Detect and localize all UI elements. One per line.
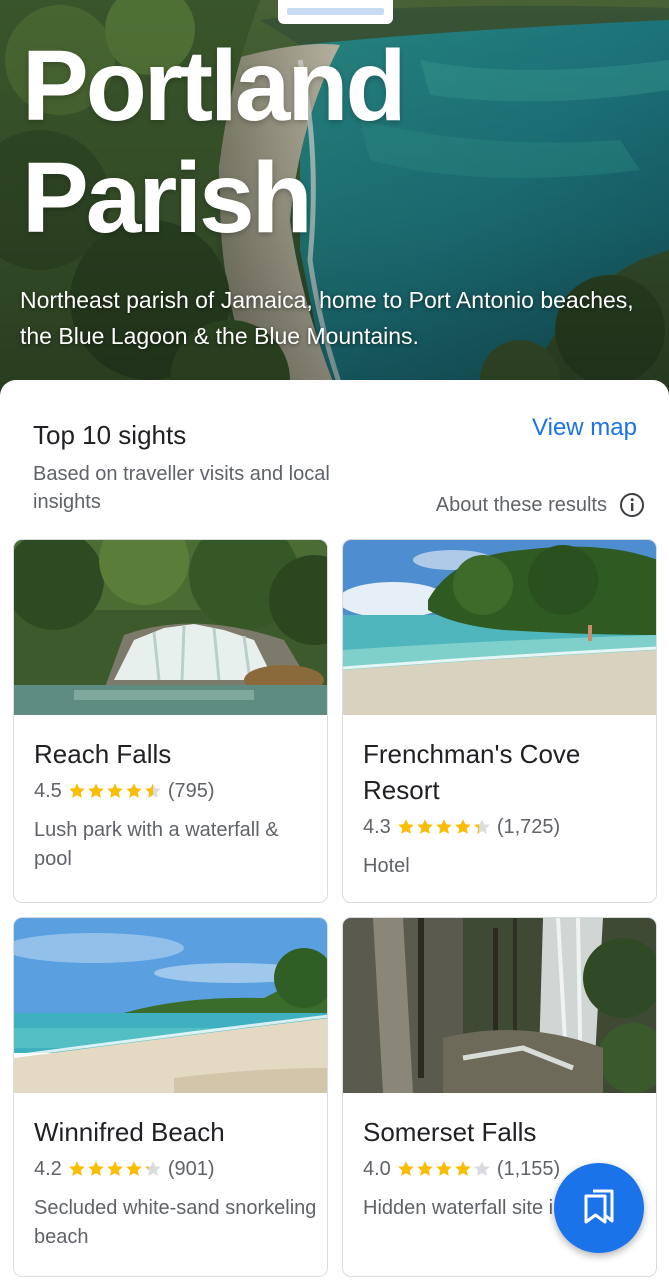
- about-results-label: About these results: [435, 493, 607, 516]
- star-rating: [68, 1160, 162, 1178]
- saved-lists-button[interactable]: [554, 1163, 644, 1253]
- review-count: (901): [167, 1157, 215, 1180]
- review-count: (795): [167, 779, 215, 802]
- sight-card-winnifred-beach[interactable]: Winnifred Beach 4.2 (901) Secluded white…: [13, 917, 328, 1277]
- sight-card-body: Frenchman's Cove Resort 4.3 (1,725) Hote…: [363, 736, 648, 881]
- hero-banner: Portland Parish Northeast parish of Jama…: [0, 0, 669, 400]
- view-map-link[interactable]: View map: [532, 414, 637, 442]
- star-empty-icon: [474, 1161, 490, 1176]
- sight-description: Lush park with a waterfall & pool: [34, 819, 279, 870]
- sight-photo: [343, 918, 656, 1093]
- star-filled-icon: [398, 1161, 414, 1176]
- sight-card-reach-falls[interactable]: Reach Falls 4.5 (795) Lush park with a w…: [13, 539, 328, 903]
- sight-name: Frenchman's Cove Resort: [363, 739, 581, 805]
- info-icon[interactable]: [619, 492, 645, 518]
- star-filled-icon: [126, 783, 142, 798]
- sight-description: Secluded white-sand snorkeling beach: [34, 1197, 317, 1248]
- star-filled-icon: [88, 1161, 104, 1176]
- star-filled-icon: [417, 1161, 433, 1176]
- sight-name: Reach Falls: [34, 739, 172, 769]
- section-title: Top 10 sights: [33, 420, 187, 450]
- star-filled-icon: [88, 783, 104, 798]
- sight-photo: [14, 918, 327, 1093]
- sight-name: Somerset Falls: [363, 1117, 537, 1147]
- star-rating: [397, 1160, 491, 1178]
- star-filled-icon: [455, 1161, 471, 1176]
- review-count: (1,725): [496, 815, 561, 838]
- star-filled-icon: [69, 783, 85, 798]
- bookmarks-icon: [580, 1187, 618, 1230]
- sight-name: Winnifred Beach: [34, 1117, 225, 1147]
- sight-description: Hotel: [363, 855, 410, 877]
- sheet-drag-handle[interactable]: [278, 0, 393, 24]
- star-half-icon: [145, 783, 161, 798]
- rating-value: 4.5: [34, 779, 62, 802]
- sights-sheet: Top 10 sights View map Based on travelle…: [0, 380, 669, 1280]
- section-subtitle: Based on traveller visits and local insi…: [33, 463, 330, 513]
- rating-row: 4.5 (795): [34, 776, 319, 806]
- sight-photo: [14, 540, 327, 715]
- page-title: Portland Parish: [22, 30, 407, 254]
- rating-value: 4.0: [363, 1157, 391, 1180]
- rating-row: 4.2 (901): [34, 1154, 319, 1184]
- star-half-icon: [474, 819, 490, 834]
- rating-row: 4.3 (1,725): [363, 812, 648, 842]
- rating-value: 4.2: [34, 1157, 62, 1180]
- sight-photo: [343, 540, 656, 715]
- review-count: (1,155): [496, 1157, 561, 1180]
- sight-card-body: Reach Falls 4.5 (795) Lush park with a w…: [34, 736, 319, 874]
- rating-value: 4.3: [363, 815, 391, 838]
- star-filled-icon: [436, 1161, 452, 1176]
- star-filled-icon: [436, 819, 452, 834]
- star-rating: [397, 818, 491, 836]
- star-filled-icon: [69, 1161, 85, 1176]
- star-filled-icon: [398, 819, 414, 834]
- sight-card-body: Winnifred Beach 4.2 (901) Secluded white…: [34, 1114, 319, 1252]
- star-filled-icon: [107, 783, 123, 798]
- about-results-button[interactable]: About these results: [436, 492, 645, 518]
- sight-card-frenchmans-cove[interactable]: Frenchman's Cove Resort 4.3 (1,725) Hote…: [342, 539, 657, 903]
- star-filled-icon: [417, 819, 433, 834]
- star-filled-icon: [126, 1161, 142, 1176]
- star-filled-icon: [107, 1161, 123, 1176]
- star-half-icon: [145, 1161, 161, 1176]
- place-description: Northeast parish of Jamaica, home to Por…: [20, 287, 634, 349]
- star-rating: [68, 782, 162, 800]
- star-filled-icon: [455, 819, 471, 834]
